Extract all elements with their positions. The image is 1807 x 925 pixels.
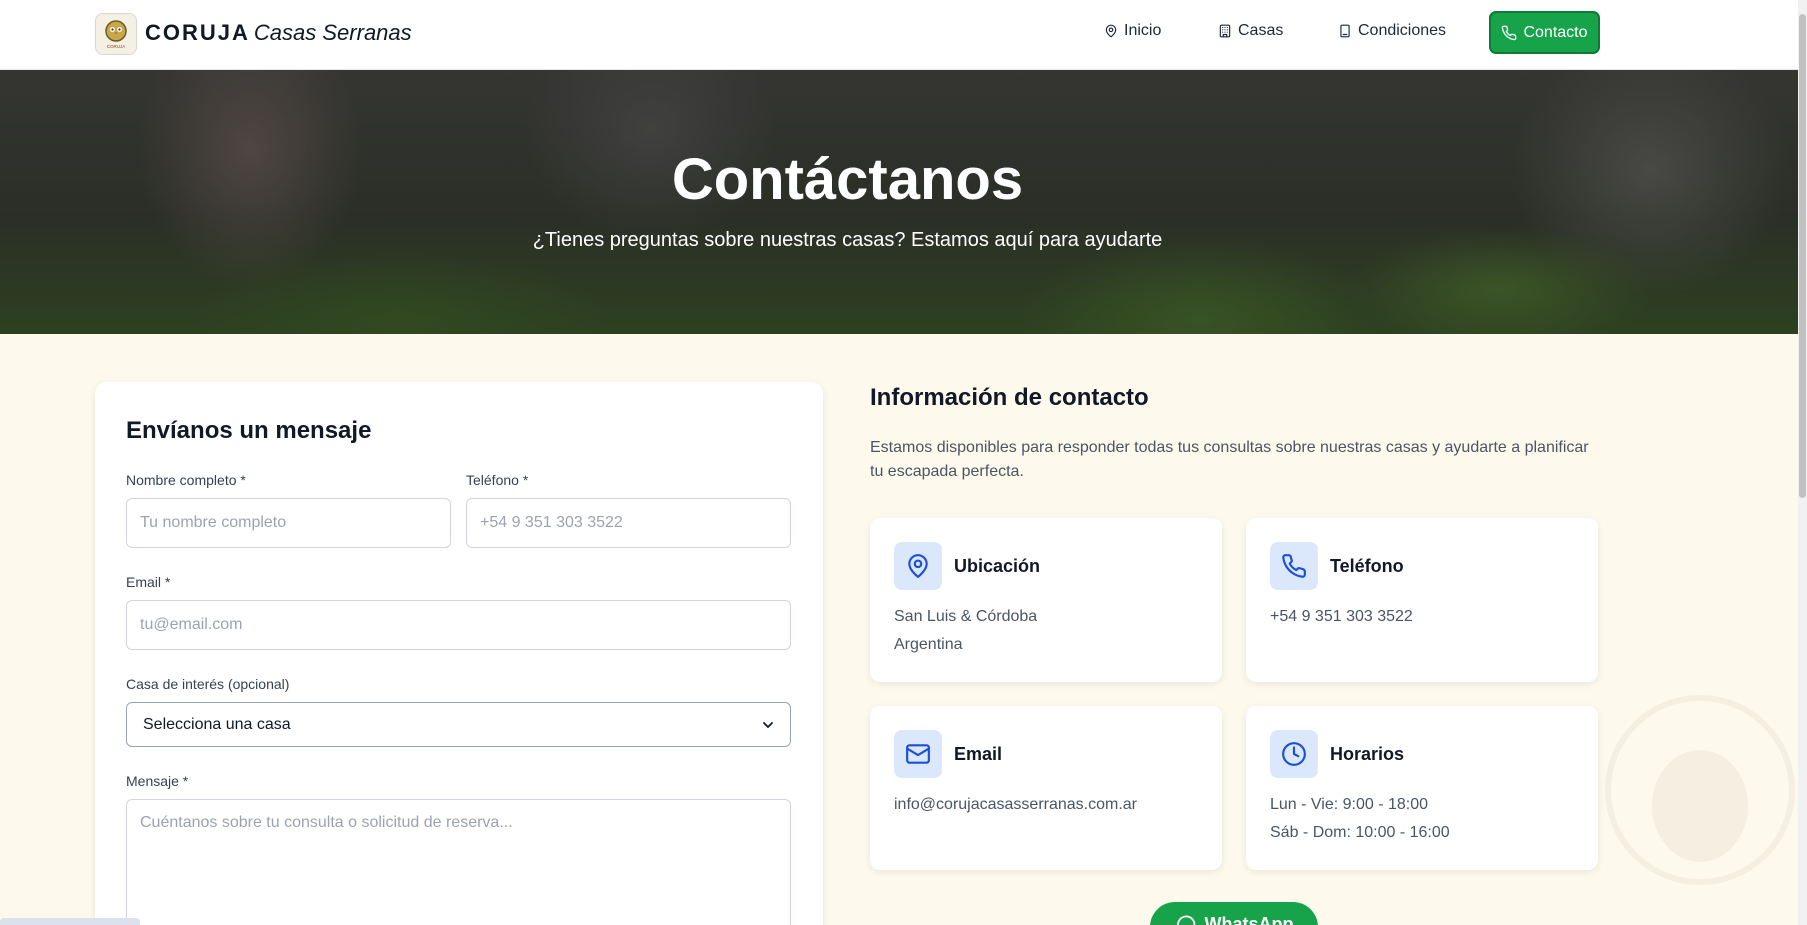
mail-icon-wrap [894,730,942,778]
clock-icon [1282,742,1306,766]
card-line: Argentina [894,636,963,653]
building-icon [1219,24,1231,38]
nav-casas[interactable]: Casas [1218,22,1283,40]
map-pin-icon [1105,24,1117,38]
phone-icon [1502,25,1517,40]
card-title: Teléfono [1330,556,1404,576]
nav-contacto-button[interactable]: Contacto [1489,11,1600,54]
whatsapp-label: WhatsApp [1204,914,1294,925]
phone-input[interactable]: +54 9 351 303 3522 [466,498,791,548]
nav-inicio[interactable]: Inicio [1104,22,1161,40]
mail-icon [906,744,930,764]
nav-label: Casas [1238,22,1284,39]
page-subtitle: ¿Tienes preguntas sobre nuestras casas? … [532,229,1163,251]
contact-info-title: Información de contacto [870,384,1149,411]
bottom-tab[interactable] [0,918,140,925]
svg-text:CORUJA: CORUJA [107,44,126,49]
card-line: Sáb - Dom: 10:00 - 16:00 [1270,824,1450,841]
owl-watermark-icon [1605,695,1795,885]
card-title: Ubicación [954,556,1041,576]
location-card: Ubicación San Luis & Córdoba Argentina [870,518,1222,682]
site-header: CORUJA CORUJA Casas Serranas Inicio Casas… [0,0,1798,70]
map-pin-icon [908,554,928,578]
message-label: Mensaje * [126,773,189,789]
house-label: Casa de interés (opcional) [126,676,290,692]
email-link[interactable]: info@corujacasasserranas.com.ar [894,796,1137,814]
whatsapp-button[interactable]: WhatsApp [1150,902,1318,925]
cta-label: Contacto [1523,23,1588,41]
name-label: Nombre completo * [126,472,246,488]
document-icon [1340,24,1350,38]
logo[interactable]: CORUJA [95,13,137,55]
form-title: Envíanos un mensaje [126,417,372,444]
brand-italic: Casas Serranas [253,20,412,45]
email-label: Email * [126,574,171,590]
contact-info-description: Estamos disponibles para responder todas… [870,439,1589,480]
chevron-down-icon [763,721,773,728]
brand-name[interactable]: CORUJA Casas Serranas [145,20,412,46]
card-line: Lun - Vie: 9:00 - 18:00 [1270,796,1429,813]
phone-label: Teléfono * [466,472,529,488]
house-select[interactable]: Selecciona una casa [126,702,791,747]
phone-card: Teléfono +54 9 351 303 3522 [1246,518,1598,682]
scrollbar-thumb[interactable] [1799,14,1806,498]
card-title: Horarios [1330,744,1405,764]
brand-bold: CORUJA [145,20,250,45]
hours-card: Horarios Lun - Vie: 9:00 - 18:00 Sáb - D… [1246,706,1598,870]
email-input[interactable]: tu@email.com [126,600,791,650]
message-textarea[interactable]: Cuéntanos sobre tu consulta o solicitud … [126,799,791,925]
nav-label: Condiciones [1358,22,1447,39]
phone-icon-wrap [1270,542,1318,590]
name-input[interactable]: Tu nombre completo [126,498,451,548]
hero-banner: Contáctanos ¿Tienes preguntas sobre nues… [0,70,1798,334]
whatsapp-icon [1176,915,1195,925]
card-title: Email [954,744,1003,764]
owl-logo-icon: CORUJA [105,20,127,49]
email-card: Email info@corujacasasserranas.com.ar [870,706,1222,870]
nav-condiciones[interactable]: Condiciones [1338,22,1446,40]
nav-label: Inicio [1124,22,1162,39]
location-icon-wrap [894,542,942,590]
house-select-value: Selecciona una casa [143,715,291,733]
clock-icon-wrap [1270,730,1318,778]
phone-link[interactable]: +54 9 351 303 3522 [1270,608,1413,626]
card-line: San Luis & Córdoba [894,608,1038,625]
phone-icon [1282,554,1306,578]
contact-form: Envíanos un mensaje Nombre completo * Tu… [95,382,823,925]
page-title: Contáctanos [671,147,1024,212]
